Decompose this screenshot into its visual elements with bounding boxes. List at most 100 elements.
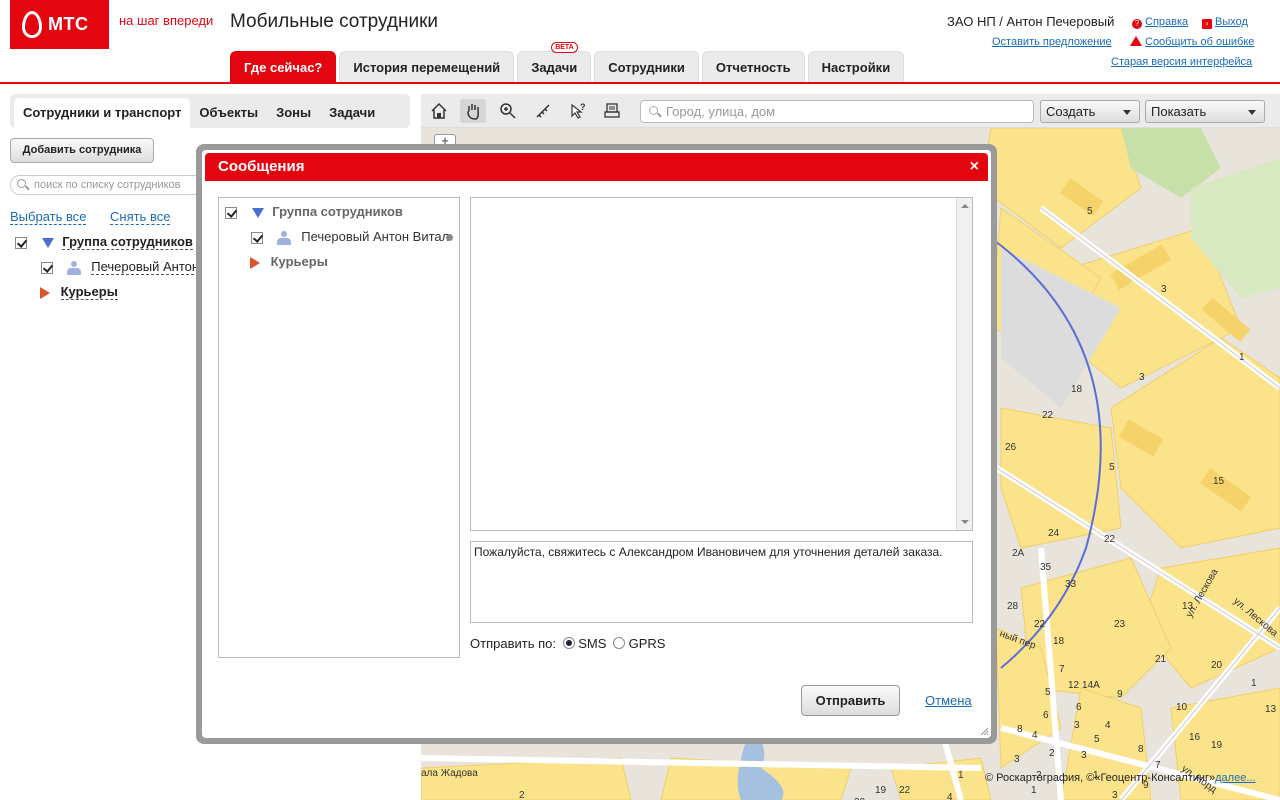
address-search-placeholder: Город, улица, дом xyxy=(666,104,776,119)
house-number: 19 xyxy=(1211,740,1223,751)
house-number: 15 xyxy=(1213,476,1225,487)
house-number: 22 xyxy=(1034,619,1046,630)
house-number: 22 xyxy=(899,785,911,796)
user-name: ЗАО НП / Антон Печеровый xyxy=(947,14,1115,29)
scroll-down-icon[interactable] xyxy=(961,520,969,524)
house-number: 5 xyxy=(1094,734,1100,745)
house-number: 18 xyxy=(1071,384,1083,395)
house-number: 2A xyxy=(1012,548,1025,559)
sms-radio[interactable] xyxy=(562,637,575,649)
resize-grip-icon[interactable] xyxy=(979,726,989,736)
group-label[interactable]: Группа сотрудников xyxy=(62,234,193,250)
employee-search-placeholder: поиск по списку сотрудников xyxy=(34,179,181,191)
show-dropdown-label: Показать xyxy=(1151,104,1207,119)
recipient-employee-checkbox[interactable] xyxy=(251,231,263,244)
recipient-couriers-row[interactable]: Курьеры xyxy=(250,254,328,269)
tab-employees[interactable]: Сотрудники xyxy=(594,51,699,83)
scroll-up-icon[interactable] xyxy=(961,204,969,208)
recipient-group-checkbox[interactable] xyxy=(225,206,237,219)
sms-label[interactable]: SMS xyxy=(578,636,606,651)
house-number: 33 xyxy=(1065,579,1077,590)
beta-badge: BETA xyxy=(551,42,578,53)
tree-couriers-row[interactable]: Курьеры xyxy=(40,284,118,300)
old-version-link[interactable]: Старая версия интерфейса xyxy=(1111,56,1252,68)
tab-reports[interactable]: Отчетность xyxy=(701,51,805,83)
employee-label[interactable]: Печеровый Антон xyxy=(91,259,200,275)
tab-history[interactable]: История перемещений xyxy=(339,51,515,83)
house-number: 13 xyxy=(1265,704,1277,715)
logout-label: Выход xyxy=(1215,16,1248,28)
report-error-link[interactable]: Сообщить об ошибке xyxy=(1130,36,1254,48)
address-search-input[interactable]: Город, улица, дом xyxy=(640,100,1034,123)
map-copyright: © Роскартография, ©«Геоцентр-Консалтинг»… xyxy=(985,772,1255,784)
zoom-tool-button[interactable] xyxy=(495,99,521,123)
group-checkbox[interactable] xyxy=(15,236,27,249)
expand-down-icon[interactable] xyxy=(41,237,54,248)
send-button[interactable]: Отправить xyxy=(801,685,900,716)
copyright-more-link[interactable]: далее... xyxy=(1215,772,1255,784)
help-link[interactable]: ? Справка xyxy=(1132,16,1188,29)
zoom-icon xyxy=(500,103,516,119)
tab-left-tasks[interactable]: Задачи xyxy=(320,98,384,128)
logout-link[interactable]: › Выход xyxy=(1202,16,1248,29)
message-input[interactable]: Пожалуйста, свяжитесь с Александром Иван… xyxy=(470,541,973,623)
employee-checkbox[interactable] xyxy=(41,261,53,274)
send-via-group: Отправить по: SMS GPRS xyxy=(470,636,665,651)
logout-icon: › xyxy=(1202,19,1212,29)
message-history-scrollbar[interactable] xyxy=(956,198,972,530)
house-number: 21 xyxy=(1155,654,1167,665)
house-number: 22 xyxy=(1042,410,1054,421)
add-employee-button[interactable]: Добавить сотрудника xyxy=(10,138,154,163)
recipient-employee-row[interactable]: Печеровый Антон Витал xyxy=(251,229,456,246)
dialog-title: Сообщения xyxy=(218,158,305,175)
house-number: 16 xyxy=(1189,732,1201,743)
help-label: Справка xyxy=(1145,16,1189,28)
expand-right-icon[interactable] xyxy=(250,256,260,269)
gprs-label[interactable]: GPRS xyxy=(629,636,666,651)
create-dropdown[interactable]: Создать xyxy=(1040,100,1140,123)
select-all-link[interactable]: Выбрать все xyxy=(10,209,87,225)
close-icon[interactable]: × xyxy=(970,155,979,179)
house-number: 28 xyxy=(1007,601,1019,612)
home-icon xyxy=(431,102,447,119)
suggestion-link[interactable]: Оставить предложение xyxy=(992,36,1112,48)
print-tool-button[interactable] xyxy=(599,99,625,123)
ruler-tool-button[interactable] xyxy=(530,99,556,123)
street-label: ала Жадова xyxy=(421,768,478,779)
expand-down-icon[interactable] xyxy=(251,207,264,218)
search-icon xyxy=(649,106,658,115)
info-pointer-tool-button[interactable]: ? xyxy=(565,99,591,123)
house-number: 35 xyxy=(1040,562,1052,573)
employee-search-input[interactable]: поиск по списку сотрудников xyxy=(10,175,210,195)
gprs-radio[interactable] xyxy=(613,637,626,649)
house-number: 20 xyxy=(1211,660,1223,671)
house-number: 2 xyxy=(1049,748,1055,759)
expand-right-icon[interactable] xyxy=(40,286,50,299)
mts-logo[interactable]: МТС xyxy=(10,0,109,49)
tree-group-row[interactable]: Группа сотрудников xyxy=(15,234,193,250)
pan-tool-button[interactable] xyxy=(460,99,486,123)
home-tool-button[interactable] xyxy=(426,99,452,123)
couriers-label[interactable]: Курьеры xyxy=(60,284,118,300)
dialog-header[interactable]: Сообщения × xyxy=(205,153,988,181)
tab-tasks[interactable]: Задачи BETA xyxy=(517,42,592,83)
tab-zones[interactable]: Зоны xyxy=(267,98,320,128)
tree-employee-row[interactable]: Печеровый Антон xyxy=(41,259,200,276)
tab-settings[interactable]: Настройки xyxy=(807,51,905,83)
tab-where-now[interactable]: Где сейчас? xyxy=(230,51,337,83)
recipient-group-row[interactable]: Группа сотрудников xyxy=(225,204,403,219)
house-number: 6 xyxy=(1043,710,1049,721)
house-number: 14A xyxy=(1082,680,1100,691)
show-dropdown[interactable]: Показать xyxy=(1145,100,1265,123)
cancel-link[interactable]: Отмена xyxy=(925,693,972,708)
house-number: 7 xyxy=(1059,664,1065,675)
message-history[interactable] xyxy=(470,197,973,531)
house-number: 4 xyxy=(1032,730,1038,741)
person-icon xyxy=(66,260,82,276)
house-number: 4 xyxy=(1105,720,1111,731)
recipient-couriers-label: Курьеры xyxy=(270,254,328,269)
deselect-all-link[interactable]: Снять все xyxy=(110,209,171,225)
tab-employees-transport[interactable]: Сотрудники и транспорт xyxy=(14,98,191,128)
tab-objects[interactable]: Объекты xyxy=(190,98,267,128)
house-number: 3 xyxy=(1014,754,1020,765)
